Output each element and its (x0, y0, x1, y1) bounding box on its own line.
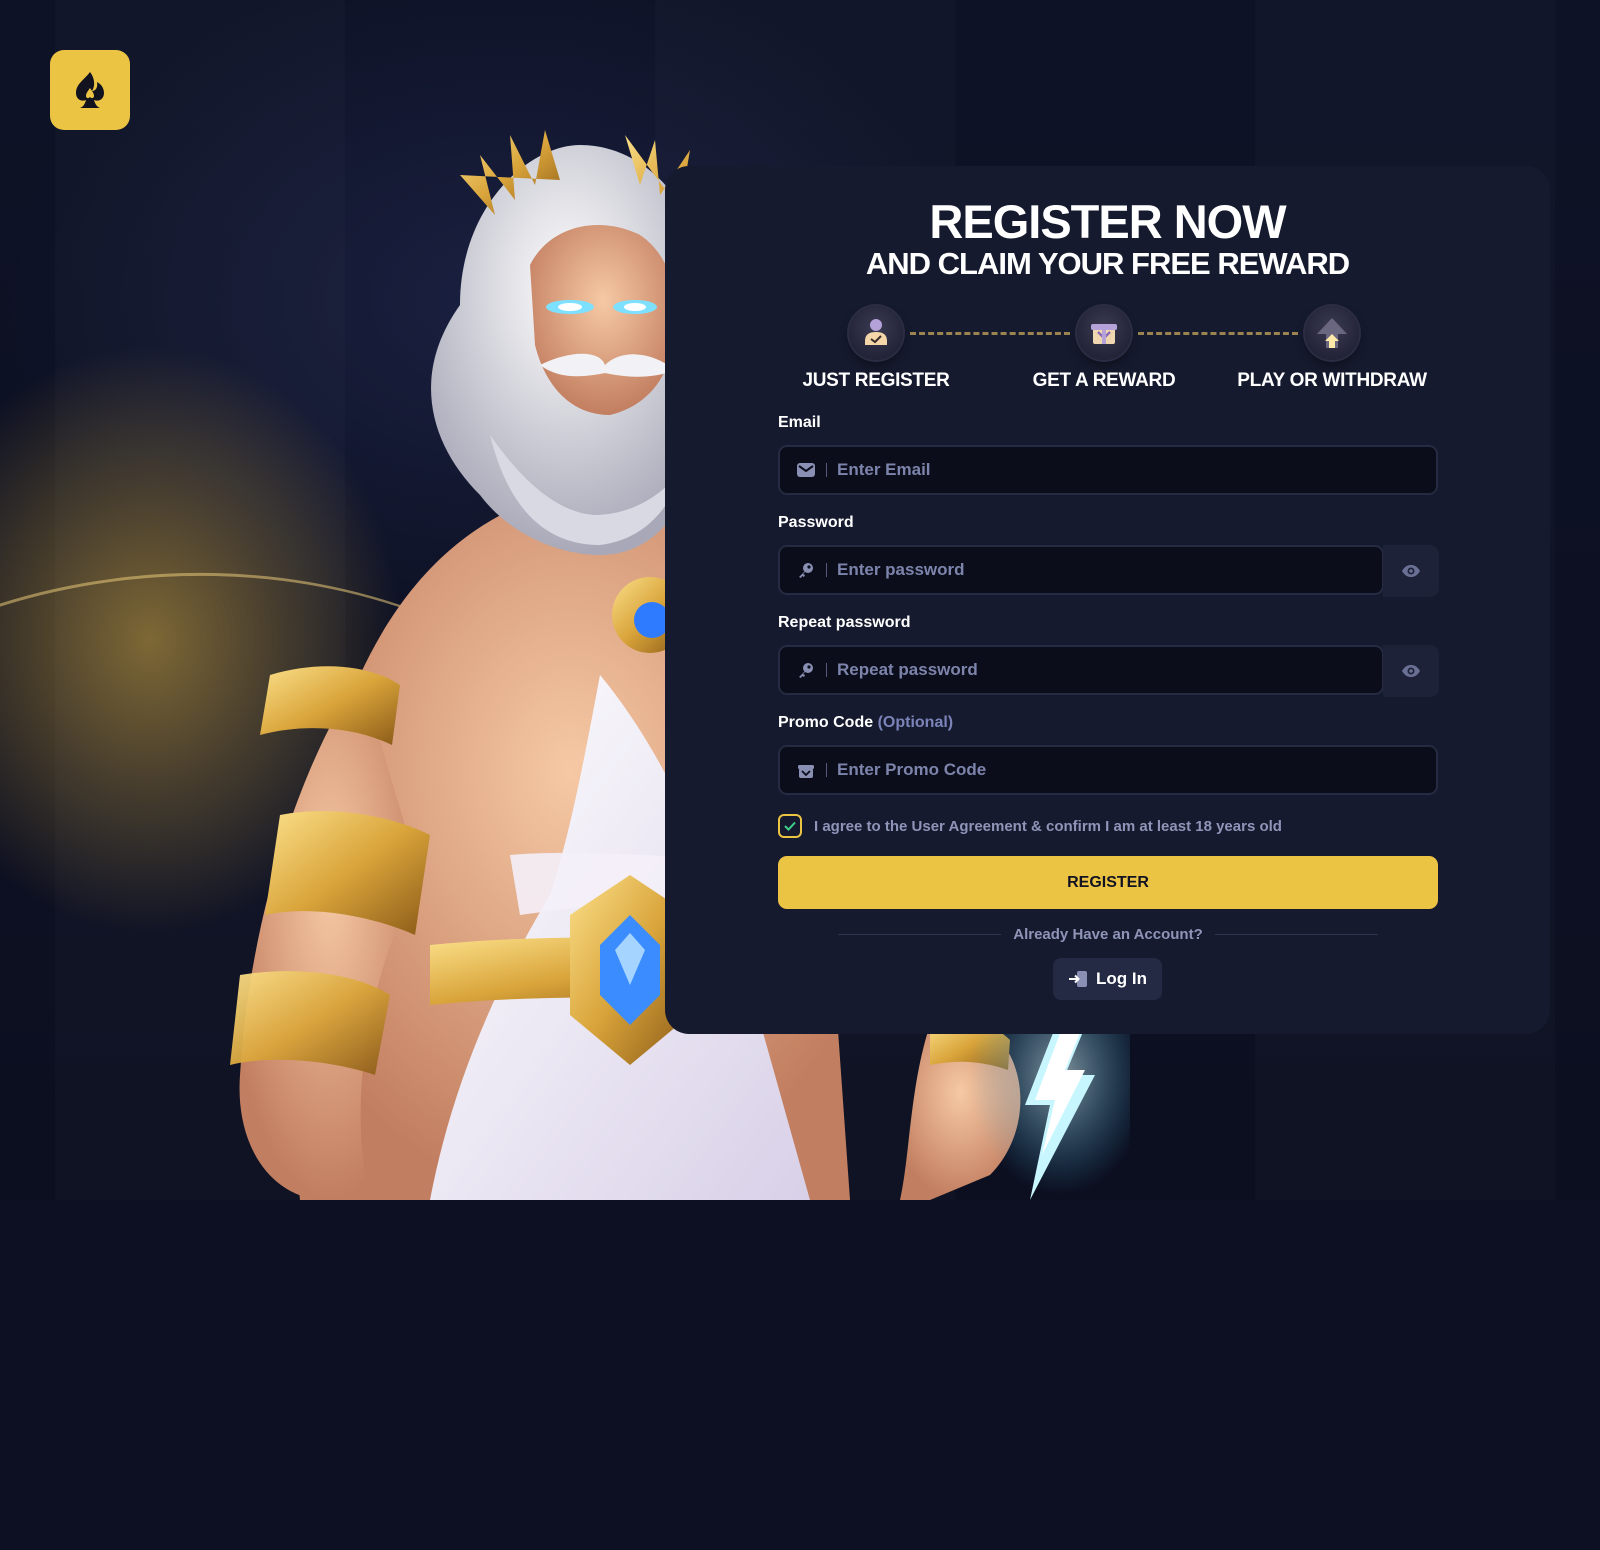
promo-optional-tag: (Optional) (877, 714, 954, 731)
promo-label-text: Promo Code (778, 714, 874, 731)
user-check-icon (865, 319, 887, 345)
promo-label: Promo Code (Optional) (778, 714, 953, 732)
register-button[interactable]: REGISTER (778, 856, 1438, 909)
field-separator (826, 563, 827, 577)
gift-box-icon (1091, 324, 1117, 344)
step-connector (1138, 332, 1298, 335)
field-separator (826, 763, 827, 777)
repeat-password-field[interactable]: Repeat password (778, 645, 1384, 695)
eye-icon (1402, 565, 1420, 577)
divider-line (1214, 933, 1378, 935)
step-reward (1077, 306, 1131, 360)
page-title: REGISTER NOW (929, 195, 1286, 248)
register-panel: REGISTER NOW AND CLAIM YOUR FREE REWARD (665, 166, 1550, 1034)
repeat-password-placeholder: Repeat password (837, 660, 978, 679)
step-label-withdraw: PLAY OR WITHDRAW (1237, 370, 1427, 391)
divider-line (838, 933, 1002, 935)
promo-code-field[interactable]: Enter Promo Code (778, 745, 1438, 795)
step-label-reward: GET A REWARD (1032, 370, 1176, 391)
field-separator (826, 463, 827, 477)
promo-placeholder: Enter Promo Code (837, 760, 987, 779)
key-icon (796, 660, 816, 680)
password-placeholder: Enter password (837, 560, 965, 579)
agreement-text[interactable]: I agree to the User Agreement & confirm … (814, 818, 1282, 835)
step-connector (910, 332, 1070, 335)
page-subtitle: AND CLAIM YOUR FREE REWARD (865, 246, 1350, 281)
login-icon (1068, 970, 1088, 988)
spade-flame-icon (76, 72, 104, 108)
repeat-password-label: Repeat password (778, 614, 911, 631)
eye-icon (1402, 665, 1420, 677)
check-icon (784, 821, 796, 831)
agreement-row: I agree to the User Agreement & confirm … (778, 814, 1282, 838)
login-label: Log In (1096, 969, 1147, 988)
password-field[interactable]: Enter password (778, 545, 1384, 595)
gift-icon (796, 760, 816, 780)
mail-icon (796, 460, 816, 480)
toggle-repeat-password-visibility-button[interactable] (1383, 645, 1439, 697)
key-icon (796, 560, 816, 580)
password-label: Password (778, 514, 854, 531)
agreement-checkbox[interactable] (778, 814, 802, 838)
step-withdraw (1305, 306, 1359, 360)
site-logo[interactable] (50, 50, 130, 130)
email-field[interactable]: Enter Email (778, 445, 1438, 495)
already-account-divider: Already Have an Account? (838, 924, 1378, 944)
step-register (849, 306, 903, 360)
email-label: Email (778, 414, 821, 431)
login-button[interactable]: Log In (1053, 958, 1162, 1000)
toggle-password-visibility-button[interactable] (1383, 545, 1439, 597)
already-account-text: Already Have an Account? (1013, 925, 1203, 943)
steps-progress: JUST REGISTER GET A REWARD PLAY OR WITHD… (665, 302, 1550, 402)
step-label-register: JUST REGISTER (802, 370, 950, 391)
field-separator (826, 663, 827, 677)
arrow-up-icon (1317, 318, 1347, 348)
email-placeholder: Enter Email (837, 460, 931, 479)
